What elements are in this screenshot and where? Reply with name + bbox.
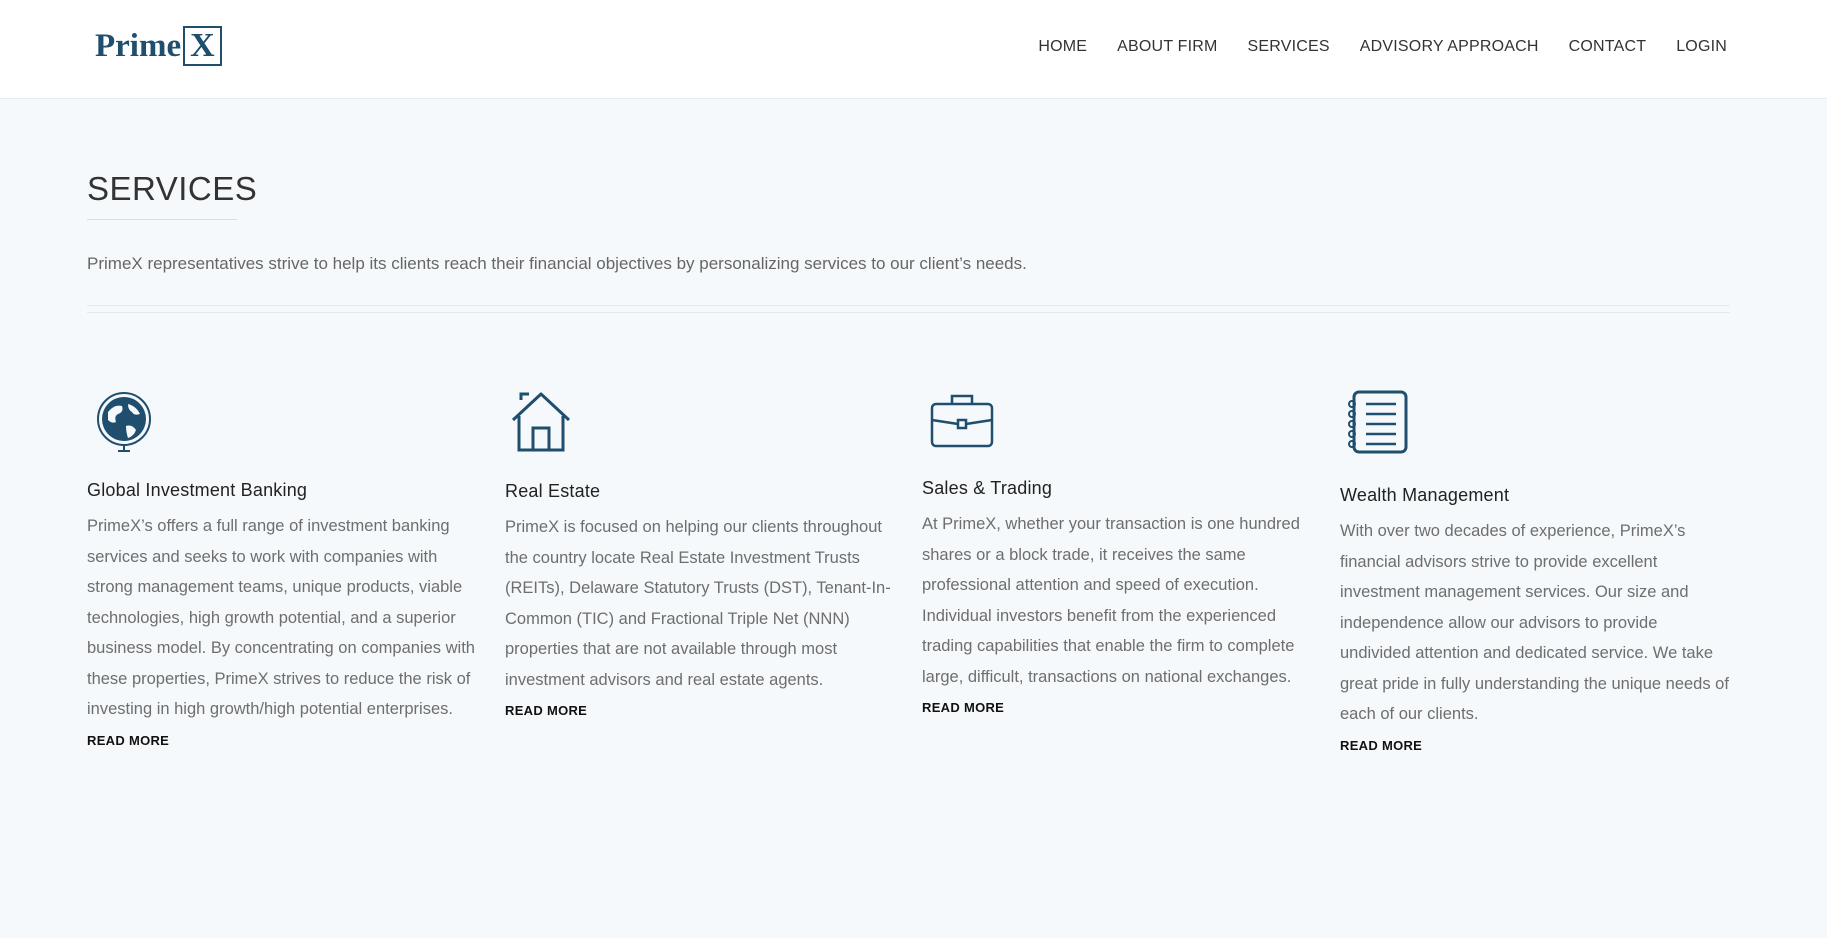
service-description: With over two decades of experience, Pri… — [1340, 522, 1729, 723]
globe-icon — [97, 392, 151, 452]
site-header: Prime X HOME ABOUT FIRM SERVICES ADVISORY… — [0, 0, 1827, 99]
read-more-link[interactable]: READ MORE — [505, 703, 587, 718]
service-description: PrimeX is focused on helping our clients… — [505, 518, 891, 689]
read-more-link[interactable]: READ MORE — [87, 733, 169, 748]
read-more-link[interactable]: READ MORE — [922, 700, 1004, 715]
title-underline — [87, 219, 237, 220]
intro-text: PrimeX representatives strive to help it… — [87, 254, 1027, 273]
service-title: Global Investment Banking — [87, 480, 308, 500]
main-nav: HOME ABOUT FIRM SERVICES ADVISORY APPROA… — [1038, 38, 1727, 56]
service-description: PrimeX’s offers a full range of investme… — [87, 517, 475, 718]
service-card-wealth-management: Wealth Management With over two decades … — [1340, 390, 1730, 755]
read-more-link[interactable]: READ MORE — [1340, 738, 1422, 753]
logo-text: Prime — [95, 27, 182, 64]
nav-login[interactable]: LOGIN — [1676, 38, 1727, 56]
page-title: SERVICES — [87, 170, 258, 207]
service-title: Real Estate — [505, 481, 601, 501]
nav-contact[interactable]: CONTACT — [1569, 38, 1647, 56]
nav-advisory-approach[interactable]: ADVISORY APPROACH — [1360, 38, 1539, 56]
service-card-sales-trading: Sales & Trading At PrimeX, whether your … — [922, 390, 1312, 717]
service-card-global-investment-banking: Global Investment Banking PrimeX’s offer… — [87, 390, 477, 750]
nav-about-firm[interactable]: ABOUT FIRM — [1117, 38, 1217, 56]
section-divider — [87, 305, 1730, 313]
service-title: Sales & Trading — [922, 478, 1053, 498]
service-description: At PrimeX, whether your transaction is o… — [922, 515, 1300, 686]
briefcase-icon — [930, 394, 994, 448]
notebook-icon — [1348, 390, 1408, 454]
service-title: Wealth Management — [1340, 485, 1510, 505]
service-card-real-estate: Real Estate PrimeX is focused on helping… — [505, 390, 895, 720]
nav-home[interactable]: HOME — [1038, 38, 1087, 56]
logo[interactable]: Prime X — [95, 26, 222, 66]
house-icon — [511, 392, 571, 452]
logo-box-letter: X — [183, 26, 222, 66]
nav-services[interactable]: SERVICES — [1248, 38, 1330, 56]
